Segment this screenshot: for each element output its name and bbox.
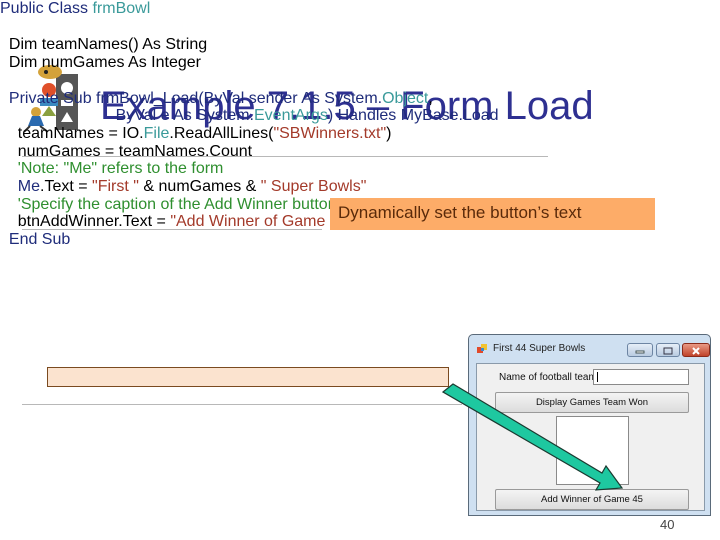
code-line: Public Class frmBowl <box>0 0 150 18</box>
code-token: EventArgs <box>254 107 328 124</box>
code-token: ByVal e As System. <box>0 107 254 124</box>
callout-note: Dynamically set the button’s text <box>330 198 655 230</box>
code-token: 'Specify the caption of the Add Winner b… <box>0 196 337 213</box>
code-line: ByVal e As System.EventArgs) Handles MyB… <box>0 107 499 125</box>
code-line: numGames = teamNames.Count <box>0 143 252 161</box>
team-name-label: Name of football team: <box>499 372 600 383</box>
highlighted-code-line <box>47 367 449 387</box>
minimize-button[interactable] <box>627 343 653 357</box>
code-token: .Text = <box>40 178 93 195</box>
code-token: btnAddWinner.Text = <box>0 213 171 230</box>
code-token: " Super Bowls" <box>260 178 367 195</box>
display-games-button[interactable]: Display Games Team Won <box>495 392 689 413</box>
window-title: First 44 Super Bowls <box>493 343 586 354</box>
code-line: 'Note: "Me" refers to the form <box>0 160 224 178</box>
code-line: Me.Text = "First " & numGames & " Super … <box>0 178 367 196</box>
code-line: Dim teamNames() As String <box>0 36 207 54</box>
code-token: Dim teamNames() As String <box>0 36 208 53</box>
code-token: teamNames = IO. <box>0 125 144 142</box>
form-window: First 44 Super Bowls Name of football te… <box>468 334 711 516</box>
code-divider-bottom <box>22 404 462 405</box>
code-token: File <box>143 125 170 142</box>
code-token: ) Handles MyBase.Load <box>327 107 499 124</box>
code-line: End Sub <box>0 231 70 249</box>
code-token: ) <box>386 125 392 142</box>
code-token: & numGames & <box>138 178 261 195</box>
code-token: "First " <box>92 178 139 195</box>
form-app-icon <box>477 344 487 353</box>
maximize-icon <box>663 347 673 355</box>
code-line: Private Sub frmBowl_Load(ByVal sender As… <box>0 90 433 108</box>
code-token: Me <box>0 178 41 195</box>
code-token: Dim numGames As Integer <box>0 54 201 71</box>
code-token: End Sub <box>0 231 71 248</box>
text-caret <box>597 372 598 382</box>
games-listbox[interactable] <box>556 416 629 485</box>
form-client-area: Name of football team: Display Games Tea… <box>476 363 705 511</box>
page-number: 40 <box>660 517 675 532</box>
code-line: teamNames = IO.File.ReadAllLines("SBWinn… <box>0 125 392 143</box>
team-name-input[interactable] <box>593 369 689 385</box>
code-line: Dim numGames As Integer <box>0 54 201 72</box>
close-icon <box>692 347 700 355</box>
code-token: Public Class <box>0 0 93 17</box>
code-token: "SBWinners.txt" <box>273 125 387 142</box>
code-token: Private Sub frmBowl_Load(ByVal sender As… <box>0 90 383 107</box>
maximize-button[interactable] <box>656 343 680 357</box>
code-token: frmBowl <box>92 0 151 17</box>
close-button[interactable] <box>682 343 710 357</box>
code-token: .ReadAllLines( <box>169 125 274 142</box>
code-token: Object <box>382 90 429 107</box>
code-line: 'Specify the caption of the Add Winner b… <box>0 196 337 214</box>
add-winner-button[interactable]: Add Winner of Game 45 <box>495 489 689 510</box>
code-token: , <box>428 90 433 107</box>
minimize-icon <box>635 350 645 354</box>
code-token: "Add Winner of Game " <box>170 213 336 230</box>
code-token: 'Note: "Me" refers to the form <box>0 160 224 177</box>
code-token: numGames = teamNames.Count <box>0 143 253 160</box>
